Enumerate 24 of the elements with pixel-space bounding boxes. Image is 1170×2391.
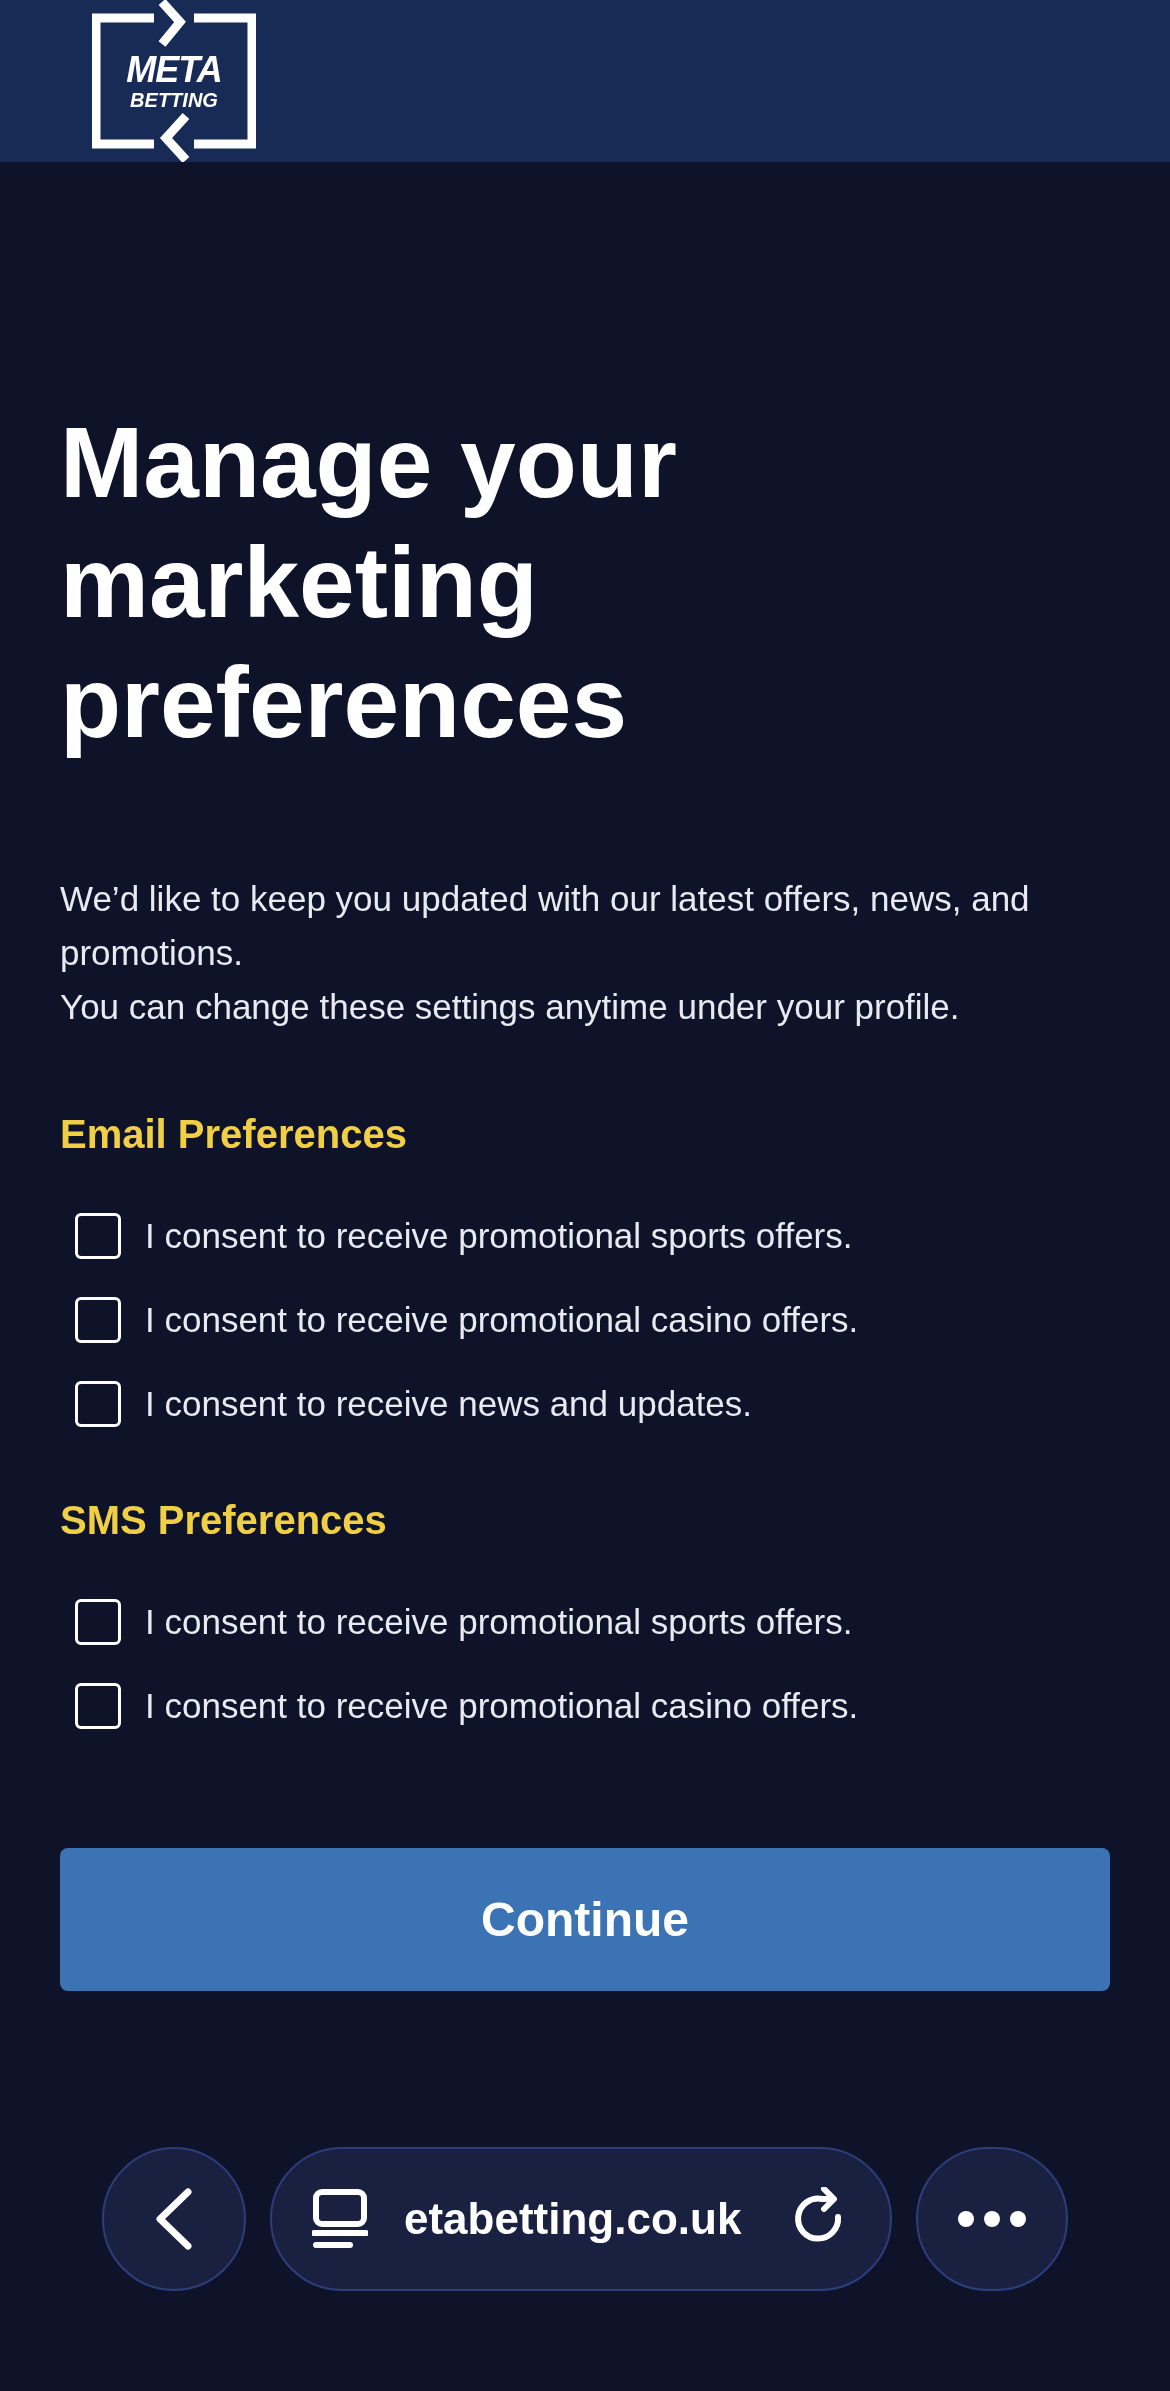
page-title: Manage your marketing preferences <box>60 405 678 760</box>
checkbox-label: I consent to receive promotional casino offers. <box>145 1684 859 1727</box>
checkbox-label: I consent to receive promotional sports offers. <box>145 1600 853 1643</box>
intro-text: We’d like to keep you updated with our latest offers, news, and promotions. <box>60 878 1031 974</box>
more-icon <box>957 2210 1027 2228</box>
logo-subtext: BETTING <box>130 89 218 111</box>
checkbox[interactable] <box>75 1213 121 1259</box>
section-heading: SMS Preferences <box>60 1497 388 1544</box>
logo-frame-icon <box>92 0 256 162</box>
continue-button[interactable]: Continue <box>60 1848 1110 1991</box>
checkbox[interactable] <box>75 1297 121 1343</box>
url-text: etabetting.co.uk <box>404 2193 743 2245</box>
checkbox[interactable] <box>75 1381 121 1427</box>
checkbox[interactable] <box>75 1599 121 1645</box>
address-bar[interactable]: etabetting.co.uk <box>270 2147 892 2291</box>
intro-text: You can change these settings anytime under your profile. <box>60 986 961 1028</box>
checkbox[interactable] <box>75 1683 121 1729</box>
checkbox-label: I consent to receive promotional sports offers. <box>145 1214 853 1257</box>
section-heading: Email Preferences <box>60 1111 408 1158</box>
logo-text: META <box>126 51 222 89</box>
reader-icon <box>312 2189 368 2249</box>
logo[interactable]: META BETTING <box>92 0 256 162</box>
checkbox-label: I consent to receive promotional casino offers. <box>145 1298 859 1341</box>
checkbox-label: I consent to receive news and updates. <box>145 1382 753 1425</box>
